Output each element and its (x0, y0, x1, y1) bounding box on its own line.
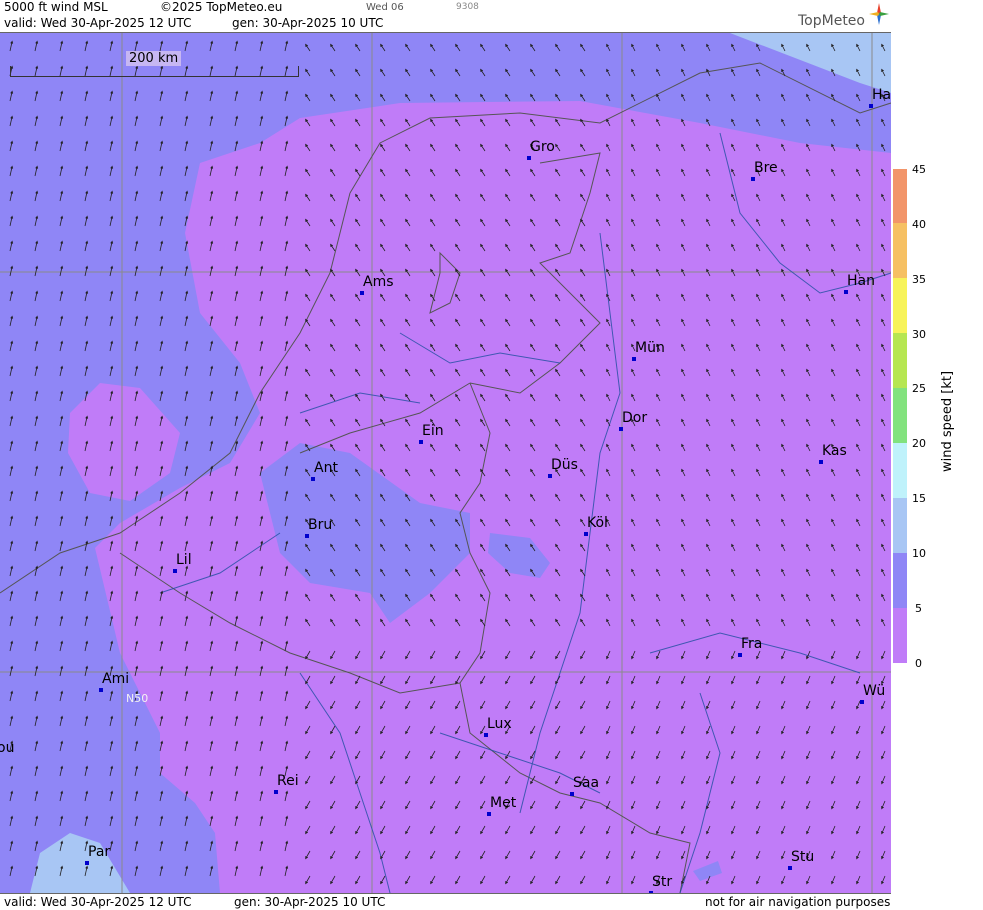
day-marker: Wed 06 (366, 2, 404, 13)
legend-tick: 0 (915, 657, 922, 670)
city-dot (584, 532, 588, 536)
city-label: Bre (754, 160, 778, 176)
color-legend (893, 169, 907, 663)
legend-band-15-20 (893, 443, 907, 498)
legend-tick: 5 (915, 602, 922, 615)
city-label: Rei (277, 773, 299, 789)
city-label: Fra (741, 636, 763, 652)
city-dot (311, 477, 315, 481)
city-label: Saa (573, 775, 600, 791)
city-label: Ami (102, 671, 130, 687)
city-dot (305, 534, 309, 538)
city-dot (419, 440, 423, 444)
header-bar: 5000 ft wind MSL ©2025 TopMeteo.eu Wed 0… (0, 0, 891, 33)
legend-tick: 10 (912, 547, 926, 560)
legend-title: wind speed [kt] (940, 370, 955, 472)
footer-bar: valid: Wed 30-Apr-2025 12 UTC gen: 30-Ap… (0, 893, 891, 910)
legend-tick: 45 (912, 163, 926, 176)
footer-note: not for air navigation purposes (705, 895, 891, 909)
city-label: Par (88, 844, 111, 860)
legend-tick: 20 (912, 437, 926, 450)
wind-area-0-5 (95, 101, 891, 893)
city-dot (869, 104, 873, 108)
city-label: Mün (635, 340, 665, 356)
legend-band-10-15 (893, 498, 907, 553)
city-dot (819, 460, 823, 464)
legend-band-5-10 (893, 553, 907, 608)
city-dot (844, 290, 848, 294)
legend-band-35-40 (893, 223, 907, 278)
valid-time: valid: Wed 30-Apr-2025 12 UTC (4, 16, 192, 30)
legend-tick: 25 (912, 382, 926, 395)
city-label: Gro (530, 139, 555, 155)
legend-band-40-45 (893, 169, 907, 223)
city-dot (738, 653, 742, 657)
city-dot (619, 427, 623, 431)
legend-band-25-30 (893, 333, 907, 388)
city-label: Ams (363, 274, 394, 290)
legend-band-20-25 (893, 388, 907, 443)
city-label: ou (0, 740, 15, 756)
footer-generated-time: gen: 30-Apr-2025 10 UTC (234, 895, 386, 909)
city-dot (360, 291, 364, 295)
chart-code: 9308 (456, 2, 479, 12)
city-label: Düs (551, 457, 578, 473)
legend-band-30-35 (893, 278, 907, 333)
footer-valid-time: valid: Wed 30-Apr-2025 12 UTC (4, 895, 192, 909)
city-dot (788, 866, 792, 870)
city-label: Stu (791, 849, 815, 865)
map-title: 5000 ft wind MSL (4, 0, 108, 14)
city-label: Str (652, 874, 673, 890)
city-dot (484, 733, 488, 737)
legend-tick: 35 (912, 273, 926, 286)
city-dot (85, 861, 89, 865)
city-dot (632, 357, 636, 361)
city-dot (274, 790, 278, 794)
city-label: Ein (422, 423, 444, 439)
city-dot (570, 792, 574, 796)
copyright: ©2025 TopMeteo.eu (160, 0, 283, 14)
city-label: Ha (872, 87, 891, 103)
city-dot (527, 156, 531, 160)
city-dot (173, 569, 177, 573)
city-dot (751, 177, 755, 181)
city-dot (860, 700, 864, 704)
city-label: Ant (314, 460, 338, 476)
city-label: Köl (587, 515, 608, 531)
legend-band-0-5 (893, 608, 907, 663)
legend-tick: 30 (912, 328, 926, 341)
legend-tick: 15 (912, 492, 926, 505)
city-label: Met (490, 795, 517, 811)
city-label: Lil (176, 552, 192, 568)
scale-bar (10, 66, 299, 77)
city-label: Wü (863, 683, 886, 699)
city-label: Lux (487, 716, 512, 732)
city-label: Kas (822, 443, 847, 459)
city-label: Dor (622, 410, 648, 426)
city-dot (99, 688, 103, 692)
legend-tick: 40 (912, 218, 926, 231)
city-dot (487, 812, 491, 816)
topmeteo-logo: TopMeteo (798, 13, 865, 29)
compass-icon (869, 3, 889, 25)
latitude-label: N50 (126, 692, 149, 705)
city-dot (548, 474, 552, 478)
wind-map[interactable]: 200 km N50 Gro Bre Ha Ams Han Mün Dor Ei… (0, 33, 891, 893)
city-label: Bru (308, 517, 333, 533)
scale-label: 200 km (126, 51, 182, 66)
generated-time: gen: 30-Apr-2025 10 UTC (232, 16, 384, 30)
city-label: Han (847, 273, 875, 289)
